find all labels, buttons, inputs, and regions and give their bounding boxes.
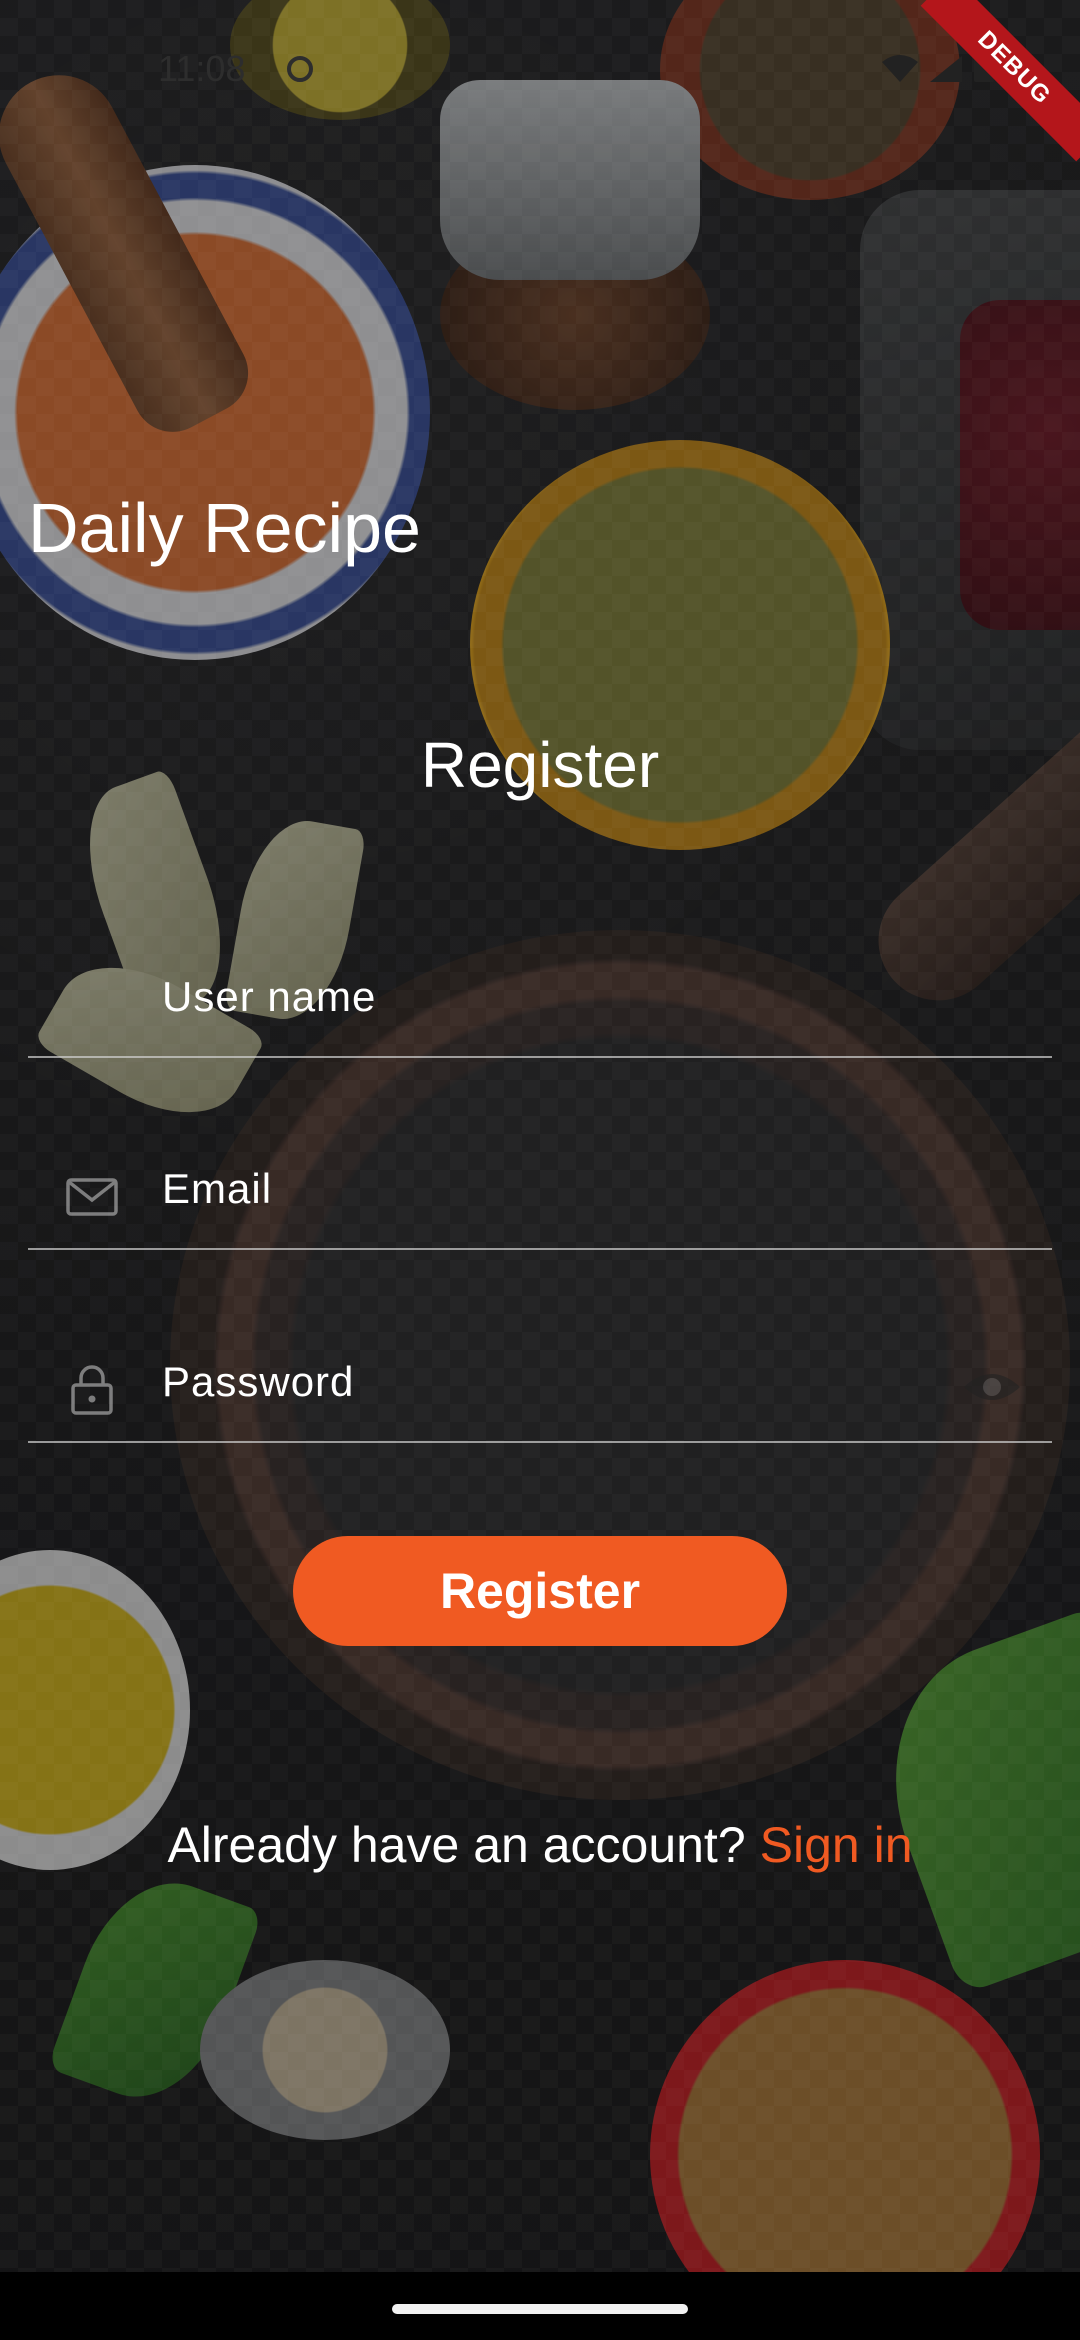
signin-prompt: Already have an account? (167, 1817, 746, 1873)
register-heading: Register (420, 729, 660, 801)
kidney-beans-image (960, 300, 1080, 630)
wifi-icon (882, 55, 918, 82)
eye-icon[interactable] (962, 1367, 1022, 1407)
tray-image (860, 190, 1080, 750)
wooden-scoop-image (0, 54, 263, 446)
password-input[interactable] (160, 1341, 984, 1423)
mail-icon (66, 1178, 118, 1216)
username-field-container (28, 936, 1052, 1058)
email-field-container (28, 1128, 1052, 1250)
register-button[interactable]: Register (293, 1536, 787, 1646)
spice-bowl-image (660, 0, 960, 200)
sync-icon (287, 56, 313, 82)
pepper-grinder-base-image (440, 220, 710, 410)
basil-leaf-image (46, 1860, 264, 2120)
pepper-grinder-top-image (440, 80, 700, 280)
password-field-container (28, 1321, 1052, 1443)
spoon-peppercorns-image (200, 1960, 450, 2140)
basil-leaf-image (853, 1605, 1080, 1995)
cellular-signal-icon (930, 56, 962, 82)
app-title: Daily Recipe (28, 489, 421, 567)
lentil-bowl-image (0, 165, 430, 660)
email-input[interactable] (160, 1148, 984, 1230)
status-time: 11:08 (158, 48, 246, 89)
oil-jar-image (230, 0, 450, 120)
username-input[interactable] (160, 956, 984, 1038)
lock-icon (71, 1365, 113, 1415)
signin-link[interactable]: Sign in (760, 1817, 913, 1873)
signin-row: Already have an account? Sign in (0, 1816, 1080, 1874)
home-gesture-handle[interactable] (392, 2304, 688, 2314)
